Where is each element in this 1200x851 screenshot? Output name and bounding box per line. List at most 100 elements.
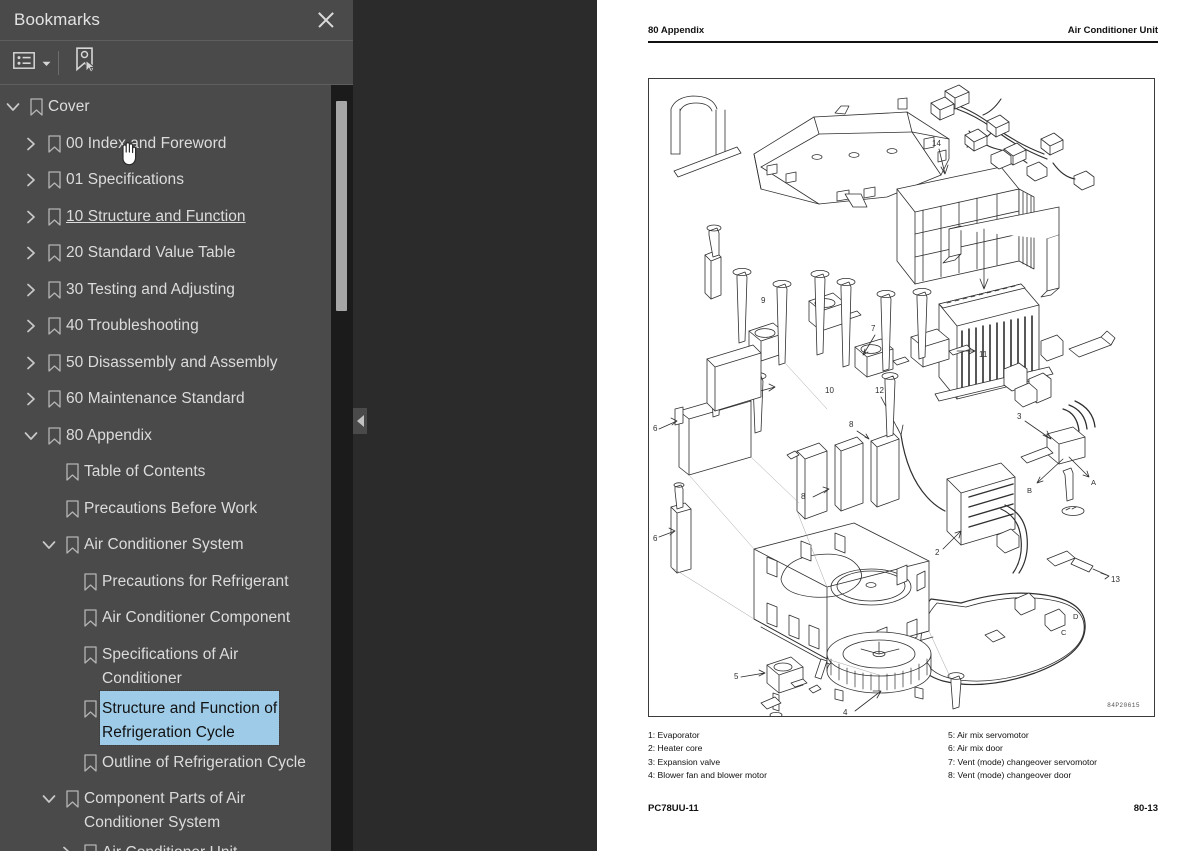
bookmark-label: Outline of Refrigeration Cycle xyxy=(102,753,306,771)
bookmark-row[interactable]: Cover xyxy=(0,89,353,126)
expand-chevron-right-icon[interactable] xyxy=(20,162,42,198)
figure-legend: 1: Evaporator 2: Heater core 3: Expansion … xyxy=(648,729,1158,783)
bookmarks-tree[interactable]: Cover 00 Index and Foreword 01 Specificati… xyxy=(0,85,353,851)
twisty-spacer xyxy=(56,637,78,673)
bookmark-row[interactable]: Air Conditioner Component xyxy=(0,600,353,637)
bookmark-row[interactable]: 10 Structure and Function xyxy=(0,199,353,236)
bookmark-row[interactable]: Precautions for Refrigerant xyxy=(0,564,353,601)
bookmark-row[interactable]: Table of Contents xyxy=(0,454,353,491)
chevron-down-icon xyxy=(42,54,51,72)
bookmark-row[interactable]: 00 Index and Foreword xyxy=(0,126,353,163)
bookmark-icon xyxy=(42,308,66,344)
svg-text:3: 3 xyxy=(1017,412,1022,421)
close-icon[interactable] xyxy=(313,7,339,33)
bookmark-label: 00 Index and Foreword xyxy=(66,134,227,152)
svg-text:A: A xyxy=(1091,478,1096,487)
expand-chevron-right-icon[interactable] xyxy=(20,381,42,417)
svg-text:9: 9 xyxy=(761,296,766,305)
pdf-viewer-window: Bookmarks Cover 00 Index and Foreword 01… xyxy=(0,0,1200,851)
bookmark-row[interactable]: Structure and Function of Refrigeration … xyxy=(0,689,353,746)
bookmark-icon xyxy=(42,126,66,162)
svg-text:C: C xyxy=(1061,628,1067,637)
expand-chevron-right-icon[interactable] xyxy=(20,199,42,235)
twisty-spacer xyxy=(56,564,78,600)
bookmark-label: Component Parts of Air Conditioner Syste… xyxy=(84,790,246,831)
bookmark-icon xyxy=(78,600,102,636)
air-conditioner-unit-exploded-drawing: 14 3 A B 12 13 2 C D 4 5 6 6 8 8 7 11 10… xyxy=(653,84,1120,716)
twisty-spacer xyxy=(56,745,78,781)
bookmark-icon xyxy=(42,381,66,417)
bookmark-icon xyxy=(24,89,48,125)
bookmark-row[interactable]: Component Parts of Air Conditioner Syste… xyxy=(0,781,353,835)
twisty-spacer xyxy=(56,691,78,727)
sidebar-scrollbar-thumb[interactable] xyxy=(336,101,347,311)
bookmark-label: 50 Disassembly and Assembly xyxy=(66,353,278,371)
select-bookmark-button[interactable] xyxy=(70,47,104,79)
bookmark-icon xyxy=(78,745,102,781)
svg-text:14: 14 xyxy=(932,139,941,148)
svg-text:8: 8 xyxy=(801,492,806,501)
bookmark-label: 60 Maintenance Standard xyxy=(66,390,245,407)
panel-title: Bookmarks xyxy=(14,10,100,29)
exploded-view-figure: 14 3 A B 12 13 2 C D 4 5 6 6 8 8 7 11 10… xyxy=(648,78,1155,717)
document-page: 80 Appendix Air Conditioner Unit 14 3 A … xyxy=(597,0,1200,851)
bookmark-label: 80 Appendix xyxy=(66,426,152,444)
svg-text:2: 2 xyxy=(935,548,940,557)
bookmark-row[interactable]: 20 Standard Value Table xyxy=(0,235,353,272)
bookmark-row[interactable]: 30 Testing and Adjusting xyxy=(0,272,353,309)
svg-text:5: 5 xyxy=(734,672,739,681)
svg-text:12: 12 xyxy=(875,386,884,395)
bookmark-row[interactable]: 50 Disassembly and Assembly xyxy=(0,345,353,382)
bookmark-row[interactable]: Outline of Refrigeration Cycle xyxy=(0,745,353,782)
bookmark-icon xyxy=(78,691,102,727)
bookmark-icon xyxy=(42,418,66,454)
collapse-panel-handle[interactable] xyxy=(353,408,367,434)
footer-model-label: PC78UU-11 xyxy=(648,803,699,814)
bookmark-row[interactable]: Air Conditioner System xyxy=(0,527,353,564)
svg-text:6: 6 xyxy=(653,534,658,543)
bookmark-row[interactable]: Air Conditioner Unit xyxy=(0,835,353,851)
bookmark-icon xyxy=(78,835,102,851)
viewer-gutter xyxy=(353,0,597,851)
bookmark-label: Precautions Before Work xyxy=(84,499,258,517)
expand-chevron-right-icon[interactable] xyxy=(20,235,42,271)
expand-chevron-right-icon[interactable] xyxy=(56,835,78,851)
svg-text:8: 8 xyxy=(849,420,854,429)
bookmark-row[interactable]: 40 Troubleshooting xyxy=(0,308,353,345)
twisty-spacer xyxy=(38,454,60,490)
legend-item: 4: Blower fan and blower motor xyxy=(648,770,767,781)
expand-chevron-right-icon[interactable] xyxy=(20,345,42,381)
bookmark-label: Precautions for Refrigerant xyxy=(102,572,289,590)
bookmark-row[interactable]: Specifications of Air Conditioner xyxy=(0,637,353,691)
list-options-icon xyxy=(13,51,35,74)
footer-page-number: 80-13 xyxy=(1133,803,1158,814)
header-section-label: 80 Appendix xyxy=(648,25,705,36)
legend-item: 1: Evaporator xyxy=(648,730,700,740)
bookmark-options-button[interactable] xyxy=(10,47,54,79)
bookmark-icon xyxy=(78,637,102,673)
collapse-chevron-down-icon[interactable] xyxy=(38,527,60,563)
bookmark-row[interactable]: 60 Maintenance Standard xyxy=(0,381,353,418)
header-topic-label: Air Conditioner Unit xyxy=(1067,25,1158,36)
bookmark-icon xyxy=(42,272,66,308)
svg-text:7: 7 xyxy=(871,324,876,333)
svg-text:B: B xyxy=(1027,486,1032,495)
expand-chevron-right-icon[interactable] xyxy=(20,126,42,162)
collapse-chevron-down-icon[interactable] xyxy=(2,89,24,125)
bookmark-icon xyxy=(42,199,66,235)
bookmark-row[interactable]: 01 Specifications xyxy=(0,162,353,199)
bookmark-row[interactable]: Precautions Before Work xyxy=(0,491,353,528)
bookmark-icon xyxy=(42,162,66,198)
bookmark-label: Air Conditioner System xyxy=(84,536,244,553)
sidebar-scrollbar-track[interactable] xyxy=(331,85,353,851)
expand-chevron-right-icon[interactable] xyxy=(20,272,42,308)
expand-chevron-right-icon[interactable] xyxy=(20,308,42,344)
bookmark-label: 40 Troubleshooting xyxy=(66,317,199,334)
select-bookmark-cursor-icon xyxy=(75,47,99,78)
collapse-chevron-down-icon[interactable] xyxy=(38,781,60,817)
bookmark-label: 01 Specifications xyxy=(66,171,185,188)
svg-text:6: 6 xyxy=(653,424,658,433)
bookmark-row[interactable]: 80 Appendix xyxy=(0,418,353,455)
collapse-chevron-down-icon[interactable] xyxy=(20,418,42,454)
header-rule xyxy=(648,41,1158,43)
